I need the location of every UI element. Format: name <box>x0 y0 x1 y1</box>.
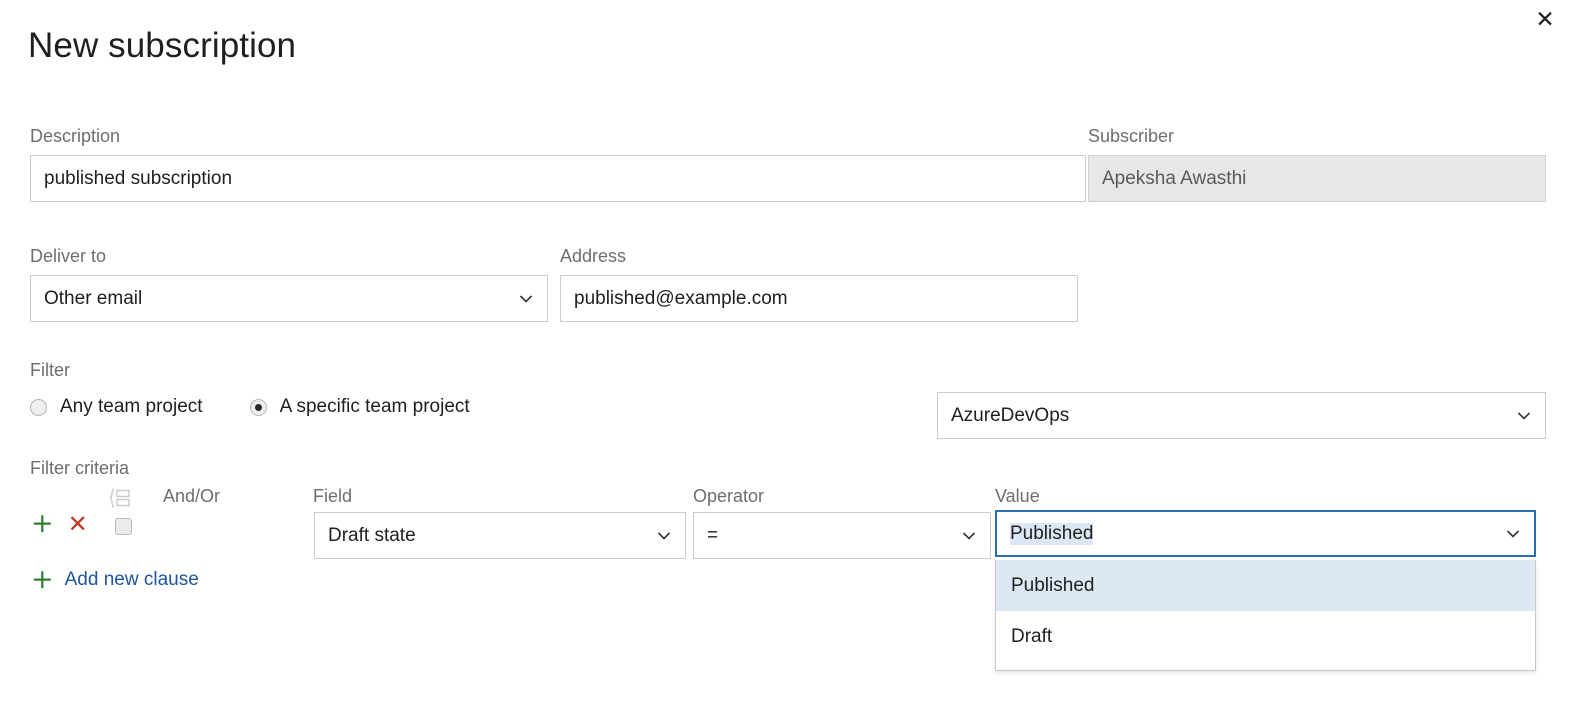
deliver-to-value: Other email <box>44 288 142 310</box>
column-header-and-or: And/Or <box>163 486 220 507</box>
criteria-field-value: Draft state <box>328 525 416 547</box>
address-input[interactable] <box>560 275 1078 322</box>
radio-any-team-project[interactable]: Any team project <box>30 396 203 418</box>
criteria-value-group: Published <box>995 510 1536 557</box>
delete-clause-row-icon[interactable]: ✕ <box>68 512 88 536</box>
filter-section: Filter Any team project A specific team … <box>30 360 470 418</box>
dropdown-option-draft[interactable]: Draft <box>996 611 1535 662</box>
add-new-clause-label: Add new clause <box>65 569 199 591</box>
filter-label: Filter <box>30 360 470 381</box>
criteria-value-dropdown-panel: Published Draft <box>995 560 1536 671</box>
chevron-down-icon <box>1515 407 1533 425</box>
radio-specific-team-project-label: A specific team project <box>280 396 470 418</box>
deliver-to-dropdown[interactable]: Other email <box>30 275 548 322</box>
filter-criteria-label: Filter criteria <box>30 458 129 479</box>
criteria-field-group: Draft state <box>314 512 686 559</box>
add-clause-row-icon[interactable]: + <box>31 510 54 537</box>
group-clauses-icon[interactable] <box>108 487 132 509</box>
radio-specific-team-project-mark <box>250 399 267 416</box>
close-icon: ✕ <box>1535 8 1554 31</box>
close-dialog-button[interactable]: ✕ <box>1528 2 1562 36</box>
chevron-down-icon <box>517 290 535 308</box>
subscriber-label: Subscriber <box>1088 126 1546 147</box>
add-new-clause-button[interactable]: + Add new clause <box>31 566 199 593</box>
deliver-to-field-group: Deliver to Other email <box>30 246 548 322</box>
column-header-operator: Operator <box>693 486 764 507</box>
team-project-field-group: AzureDevOps <box>937 392 1546 439</box>
criteria-operator-value: = <box>707 525 718 547</box>
address-label: Address <box>560 246 1078 267</box>
column-header-field: Field <box>313 486 352 507</box>
criteria-row-actions: + ✕ <box>31 510 88 537</box>
page-title: New subscription <box>28 26 296 66</box>
radio-specific-team-project[interactable]: A specific team project <box>250 396 470 418</box>
deliver-to-label: Deliver to <box>30 246 548 267</box>
description-field-group: Description <box>30 126 1086 202</box>
criteria-value-dropdown[interactable]: Published <box>995 510 1536 557</box>
radio-any-team-project-mark <box>30 399 47 416</box>
radio-any-team-project-label: Any team project <box>60 396 203 418</box>
criteria-field-dropdown[interactable]: Draft state <box>314 512 686 559</box>
criteria-row-checkbox[interactable] <box>115 518 132 540</box>
description-label: Description <box>30 126 1086 147</box>
row-select-checkbox <box>115 518 132 535</box>
team-project-dropdown[interactable]: AzureDevOps <box>937 392 1546 439</box>
criteria-operator-dropdown[interactable]: = <box>693 512 991 559</box>
chevron-down-icon <box>1504 525 1522 543</box>
description-input[interactable] <box>30 155 1086 202</box>
team-project-value: AzureDevOps <box>951 405 1069 427</box>
column-header-value: Value <box>995 486 1040 507</box>
add-new-clause-icon: + <box>31 566 54 593</box>
subscriber-input <box>1088 155 1546 202</box>
chevron-down-icon <box>960 527 978 545</box>
criteria-value-value: Published <box>1010 523 1093 545</box>
subscriber-field-group: Subscriber <box>1088 126 1546 202</box>
criteria-operator-group: = <box>693 512 991 559</box>
address-field-group: Address <box>560 246 1078 322</box>
filter-criteria-label-wrap: Filter criteria <box>30 458 129 479</box>
dropdown-option-published[interactable]: Published <box>996 560 1535 611</box>
chevron-down-icon <box>655 527 673 545</box>
